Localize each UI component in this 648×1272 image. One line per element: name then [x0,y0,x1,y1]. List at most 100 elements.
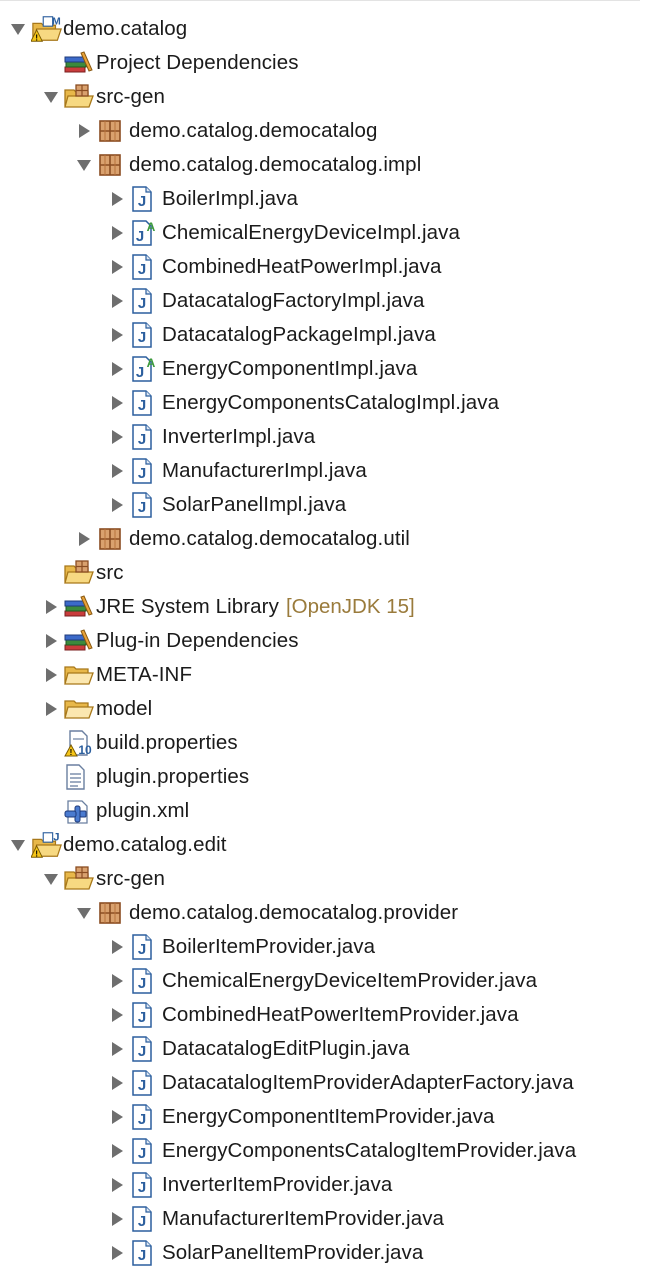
properties-warning-file-icon: 10! [64,729,96,757]
plugin-project-warning-m-icon: M! [31,15,63,43]
collapsed-twistie-icon[interactable] [41,665,61,685]
tree-item[interactable]: J InverterImpl.java [107,420,315,454]
tree-item[interactable]: demo.catalog.democatalog.util [74,522,410,556]
plugin-xml-icon [64,797,96,825]
collapsed-twistie-icon[interactable] [41,597,61,617]
collapsed-twistie-icon[interactable] [107,1107,127,1127]
tree-item[interactable]: J ManufacturerItemProvider.java [107,1202,444,1236]
expanded-twistie-icon[interactable] [41,87,61,107]
svg-text:J: J [138,261,146,278]
collapsed-twistie-icon[interactable] [107,1141,127,1161]
svg-text:J: J [138,329,146,346]
tree-item[interactable]: demo.catalog.democatalog.impl [74,148,421,182]
expanded-twistie-icon[interactable] [8,19,28,39]
expanded-twistie-icon[interactable] [8,835,28,855]
collapsed-twistie-icon[interactable] [107,393,127,413]
java-file-icon: J [130,321,162,349]
tree-item-label: src-gen [96,867,166,890]
tree-item[interactable]: demo.catalog.democatalog.provider [74,896,458,930]
svg-text:J: J [138,397,146,414]
tree-item[interactable]: META-INF [41,658,192,692]
tree-item[interactable]: J EnergyComponentsCatalogImpl.java [107,386,499,420]
tree-item[interactable]: J A ChemicalEnergyDeviceImpl.java [107,216,460,250]
java-file-icon: J [130,253,162,281]
collapsed-twistie-icon[interactable] [107,1039,127,1059]
expanded-twistie-icon[interactable] [74,903,94,923]
tree-item[interactable]: J! demo.catalog.edit [8,828,227,862]
expanded-twistie-icon[interactable] [74,155,94,175]
tree-item-label: ManufacturerItemProvider.java [162,1207,445,1230]
collapsed-twistie-icon[interactable] [107,971,127,991]
collapsed-twistie-icon[interactable] [107,1175,127,1195]
java-file-icon: J [130,287,162,315]
tree-item[interactable]: J BoilerImpl.java [107,182,298,216]
collapsed-twistie-icon[interactable] [41,631,61,651]
collapsed-twistie-icon[interactable] [107,291,127,311]
tree-item[interactable]: J ChemicalEnergyDeviceItemProvider.java [107,964,537,998]
tree-item[interactable]: JRE System Library [OpenJDK 15] [41,590,415,624]
tree-item[interactable]: model [41,692,152,726]
tree-item[interactable]: J CombinedHeatPowerItemProvider.java [107,998,519,1032]
tree-item-label: DatacatalogItemProviderAdapterFactory.ja… [162,1071,574,1094]
tree-item-label: DatacatalogPackageImpl.java [162,323,436,346]
tree-item[interactable]: src-gen [41,862,165,896]
collapsed-twistie-icon[interactable] [107,1073,127,1093]
collapsed-twistie-icon[interactable] [107,495,127,515]
collapsed-twistie-icon[interactable] [107,257,127,277]
tree-item[interactable]: J DatacatalogFactoryImpl.java [107,284,424,318]
tree-item-label: src-gen [96,85,166,108]
java-file-icon: J [130,185,162,213]
tree-item-label: EnergyComponentImpl.java [162,357,418,380]
tree-item[interactable]: J DatacatalogItemProviderAdapterFactory.j… [107,1066,574,1100]
collapsed-twistie-icon[interactable] [107,189,127,209]
collapsed-twistie-icon[interactable] [107,325,127,345]
collapsed-twistie-icon[interactable] [74,529,94,549]
tree-item[interactable]: Plug-in Dependencies [41,624,299,658]
tree-item[interactable]: J DatacatalogEditPlugin.java [107,1032,410,1066]
expanded-twistie-icon[interactable] [41,869,61,889]
tree-item[interactable]: J EnergyComponentsCatalogItemProvider.jav… [107,1134,576,1168]
svg-text:M: M [52,16,61,27]
collapsed-twistie-icon[interactable] [107,1243,127,1263]
tree-item[interactable]: J A EnergyComponentImpl.java [107,352,417,386]
tree-item[interactable]: J CombinedHeatPowerImpl.java [107,250,441,284]
tree-item-label: demo.catalog.democatalog [129,119,378,142]
tree-item[interactable]: 10! build.properties [41,726,238,760]
tree-item[interactable]: J DatacatalogPackageImpl.java [107,318,436,352]
tree-item-label: EnergyComponentItemProvider.java [162,1105,495,1128]
svg-text:J: J [138,1077,146,1094]
tree-item[interactable]: J InverterItemProvider.java [107,1168,392,1202]
collapsed-twistie-icon[interactable] [41,699,61,719]
collapsed-twistie-icon[interactable] [107,1209,127,1229]
collapsed-twistie-icon[interactable] [74,121,94,141]
collapsed-twistie-icon[interactable] [107,223,127,243]
java-file-icon: J [130,1035,162,1063]
tree-item-label: BoilerImpl.java [162,187,298,210]
java-file-icon: J [130,491,162,519]
collapsed-twistie-icon[interactable] [107,427,127,447]
tree-item[interactable]: plugin.properties [41,760,249,794]
collapsed-twistie-icon[interactable] [107,1005,127,1025]
tree-item-label: DatacatalogFactoryImpl.java [162,289,425,312]
tree-item[interactable]: Project Dependencies [41,46,299,80]
tree-item[interactable]: J SolarPanelItemProvider.java [107,1236,423,1270]
tree-item[interactable]: J EnergyComponentItemProvider.java [107,1100,495,1134]
collapsed-twistie-icon[interactable] [107,937,127,957]
tree-item[interactable]: M! demo.catalog [8,12,187,46]
java-file-icon: J [130,1205,162,1233]
tree-item[interactable]: src [41,556,124,590]
tree-item[interactable]: plugin.xml [41,794,189,828]
tree-item[interactable]: J SolarPanelImpl.java [107,488,346,522]
tree-item[interactable]: demo.catalog.democatalog [74,114,378,148]
tree-item[interactable]: J ManufacturerImpl.java [107,454,367,488]
svg-text:!: ! [70,748,73,757]
collapsed-twistie-icon[interactable] [107,461,127,481]
tree-item[interactable]: src-gen [41,80,165,114]
java-file-icon: J [130,1239,162,1267]
tree-item-label: CombinedHeatPowerImpl.java [162,255,442,278]
collapsed-twistie-icon[interactable] [107,359,127,379]
tree-item[interactable]: J BoilerItemProvider.java [107,930,375,964]
java-file-icon: J [130,1137,162,1165]
java-file-icon: J [130,1103,162,1131]
tree-item-label: ManufacturerImpl.java [162,459,367,482]
